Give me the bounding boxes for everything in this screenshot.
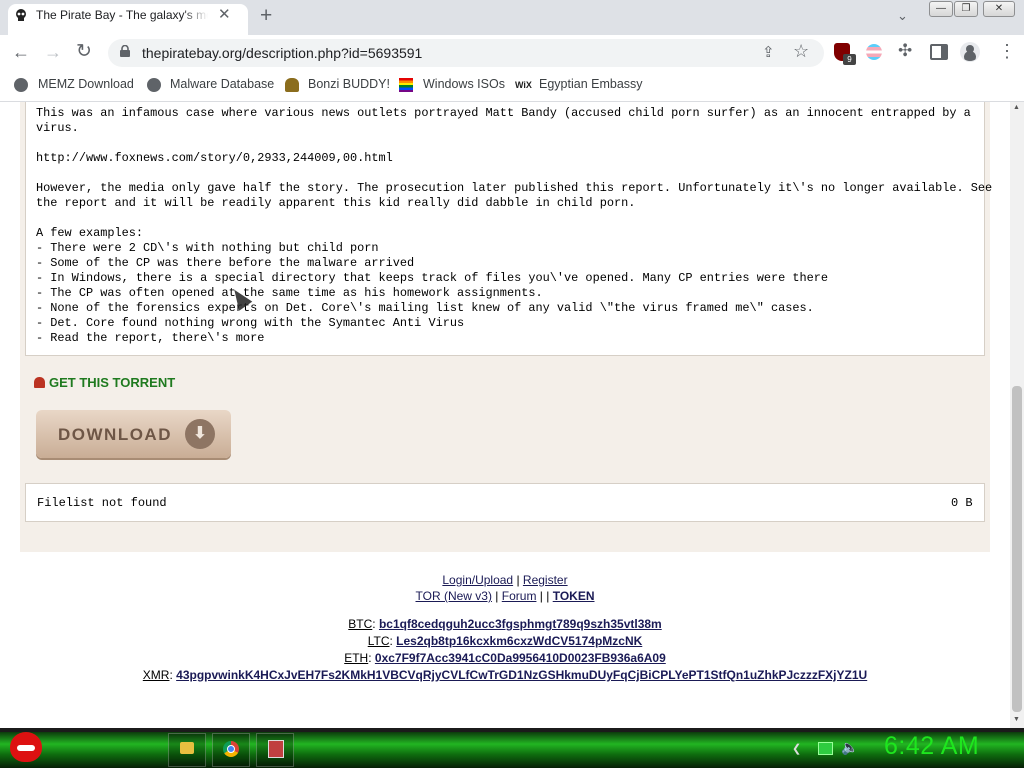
tab-title: The Pirate Bay - The galaxy's most resil…	[36, 8, 208, 22]
lock-icon[interactable]	[120, 45, 130, 57]
bookmark-memz-download[interactable]: MEMZ Download	[38, 77, 134, 91]
footer-site-links: TOR (New v3) | Forum | | TOKEN	[0, 589, 1010, 603]
kebab-menu-icon[interactable]: ⋮	[998, 41, 1016, 62]
ltc-donation: LTC: Les2qb8tp16kcxkm6cxzWdCV5174pMzcNK	[367, 634, 643, 648]
register-link[interactable]: Register	[523, 573, 568, 587]
profile-avatar-icon[interactable]	[960, 42, 980, 62]
footer-separator: |	[495, 589, 499, 603]
filelist-box	[25, 483, 985, 522]
scroll-down-arrow-icon[interactable]: ▼	[1013, 716, 1020, 723]
footer-separator: |	[516, 573, 520, 587]
magnet-icon	[34, 377, 45, 388]
forward-arrow-icon[interactable]: →	[44, 42, 62, 62]
filelist-size: 0 B	[951, 496, 973, 510]
side-panel-icon[interactable]	[930, 44, 948, 60]
scroll-up-arrow-icon[interactable]: ▲	[1013, 104, 1020, 111]
globe-icon	[14, 78, 28, 92]
taskbar	[0, 728, 1024, 768]
app-icon	[268, 740, 284, 758]
btc-address-link[interactable]: bc1qf8cedqguh2ucc3fgsphmgt789q9szh35vtl3…	[379, 617, 662, 631]
forum-link[interactable]: Forum	[502, 589, 537, 603]
taskbar-clock[interactable]: 6:42 AM	[884, 732, 979, 761]
footer-separator: | |	[539, 589, 550, 603]
pirate-skull-icon	[16, 9, 26, 21]
xmr-label: XMR	[142, 668, 170, 682]
download-arrow-icon[interactable]: ⬇	[185, 419, 215, 449]
tray-overflow-icon[interactable]: ❮	[792, 742, 801, 755]
tab-search-icon[interactable]: ⌄	[897, 8, 908, 24]
chrome-icon	[223, 741, 239, 757]
window-minimize-button[interactable]: —	[929, 1, 953, 17]
window-close-button[interactable]: ✕	[983, 1, 1015, 17]
window-maximize-button[interactable]: ❐	[954, 1, 978, 17]
reload-icon[interactable]: ↻	[76, 42, 92, 62]
download-button-label[interactable]: DOWNLOAD	[58, 425, 172, 445]
token-link[interactable]: TOKEN	[553, 589, 595, 603]
extension-badge: 9	[843, 54, 856, 65]
network-icon[interactable]	[818, 742, 833, 755]
rainbow-flag-icon	[399, 78, 413, 92]
xmr-donation: XMR: 43pgpvwinkK4HCxJvEH7Fs2KMkH1VBCVqRj…	[142, 668, 868, 682]
get-torrent-label[interactable]: GET THIS TORRENT	[49, 375, 175, 390]
footer-account-links: Login/Upload | Register	[0, 573, 1010, 587]
extensions-puzzle-icon[interactable]: ✣	[898, 41, 912, 61]
eth-label: ETH	[344, 651, 369, 665]
bonzi-icon	[285, 78, 299, 92]
bookmark-star-icon[interactable]: ☆	[793, 41, 809, 62]
btc-donation: BTC: bc1qf8cedqguh2ucc3fgsphmgt789q9szh3…	[348, 617, 662, 631]
eth-donation: ETH: 0xc7F9f7Acc3941cC0Da9956410D0023FB9…	[344, 651, 666, 665]
ltc-label: LTC	[367, 634, 390, 648]
bookmark-egyptian-embassy[interactable]: Egyptian Embassy	[539, 77, 643, 91]
bookmark-malware-database[interactable]: Malware Database	[170, 77, 274, 91]
ltc-address-link[interactable]: Les2qb8tp16kcxkm6cxzWdCV5174pMzcNK	[396, 634, 642, 648]
scrollbar-thumb[interactable]	[1012, 386, 1022, 712]
file-explorer-icon	[180, 742, 194, 754]
wix-icon: WiX	[515, 80, 532, 90]
btc-label: BTC	[348, 617, 373, 631]
url-text[interactable]: thepiratebay.org/description.php?id=5693…	[142, 45, 422, 61]
filelist-message: Filelist not found	[37, 496, 167, 510]
get-torrent-link[interactable]: GET THIS TORRENT	[34, 375, 175, 390]
eth-address-link[interactable]: 0xc7F9f7Acc3941cC0Da9956410D0023FB936a6A…	[375, 651, 666, 665]
login-upload-link[interactable]: Login/Upload	[442, 573, 513, 587]
bookmark-windows-isos[interactable]: Windows ISOs	[423, 77, 505, 91]
back-arrow-icon[interactable]: ←	[12, 42, 30, 62]
start-icon-eyes	[17, 745, 35, 751]
torrent-description: This was an infamous case where various …	[36, 106, 992, 345]
xmr-address-link[interactable]: 43pgpvwinkK4HCxJvEH7Fs2KMkH1VBCVqRjyCVLf…	[176, 668, 867, 682]
tor-link[interactable]: TOR (New v3)	[416, 589, 492, 603]
globe-icon	[147, 78, 161, 92]
trans-flag-extension-icon[interactable]	[866, 44, 882, 60]
share-icon[interactable]: ⇪	[762, 43, 775, 61]
new-tab-button[interactable]: +	[260, 5, 272, 26]
bookmark-bonzi-buddy[interactable]: Bonzi BUDDY!	[308, 77, 390, 91]
tab-close-icon[interactable]: ✕	[218, 6, 231, 24]
volume-icon[interactable]: 🔈	[841, 739, 858, 756]
